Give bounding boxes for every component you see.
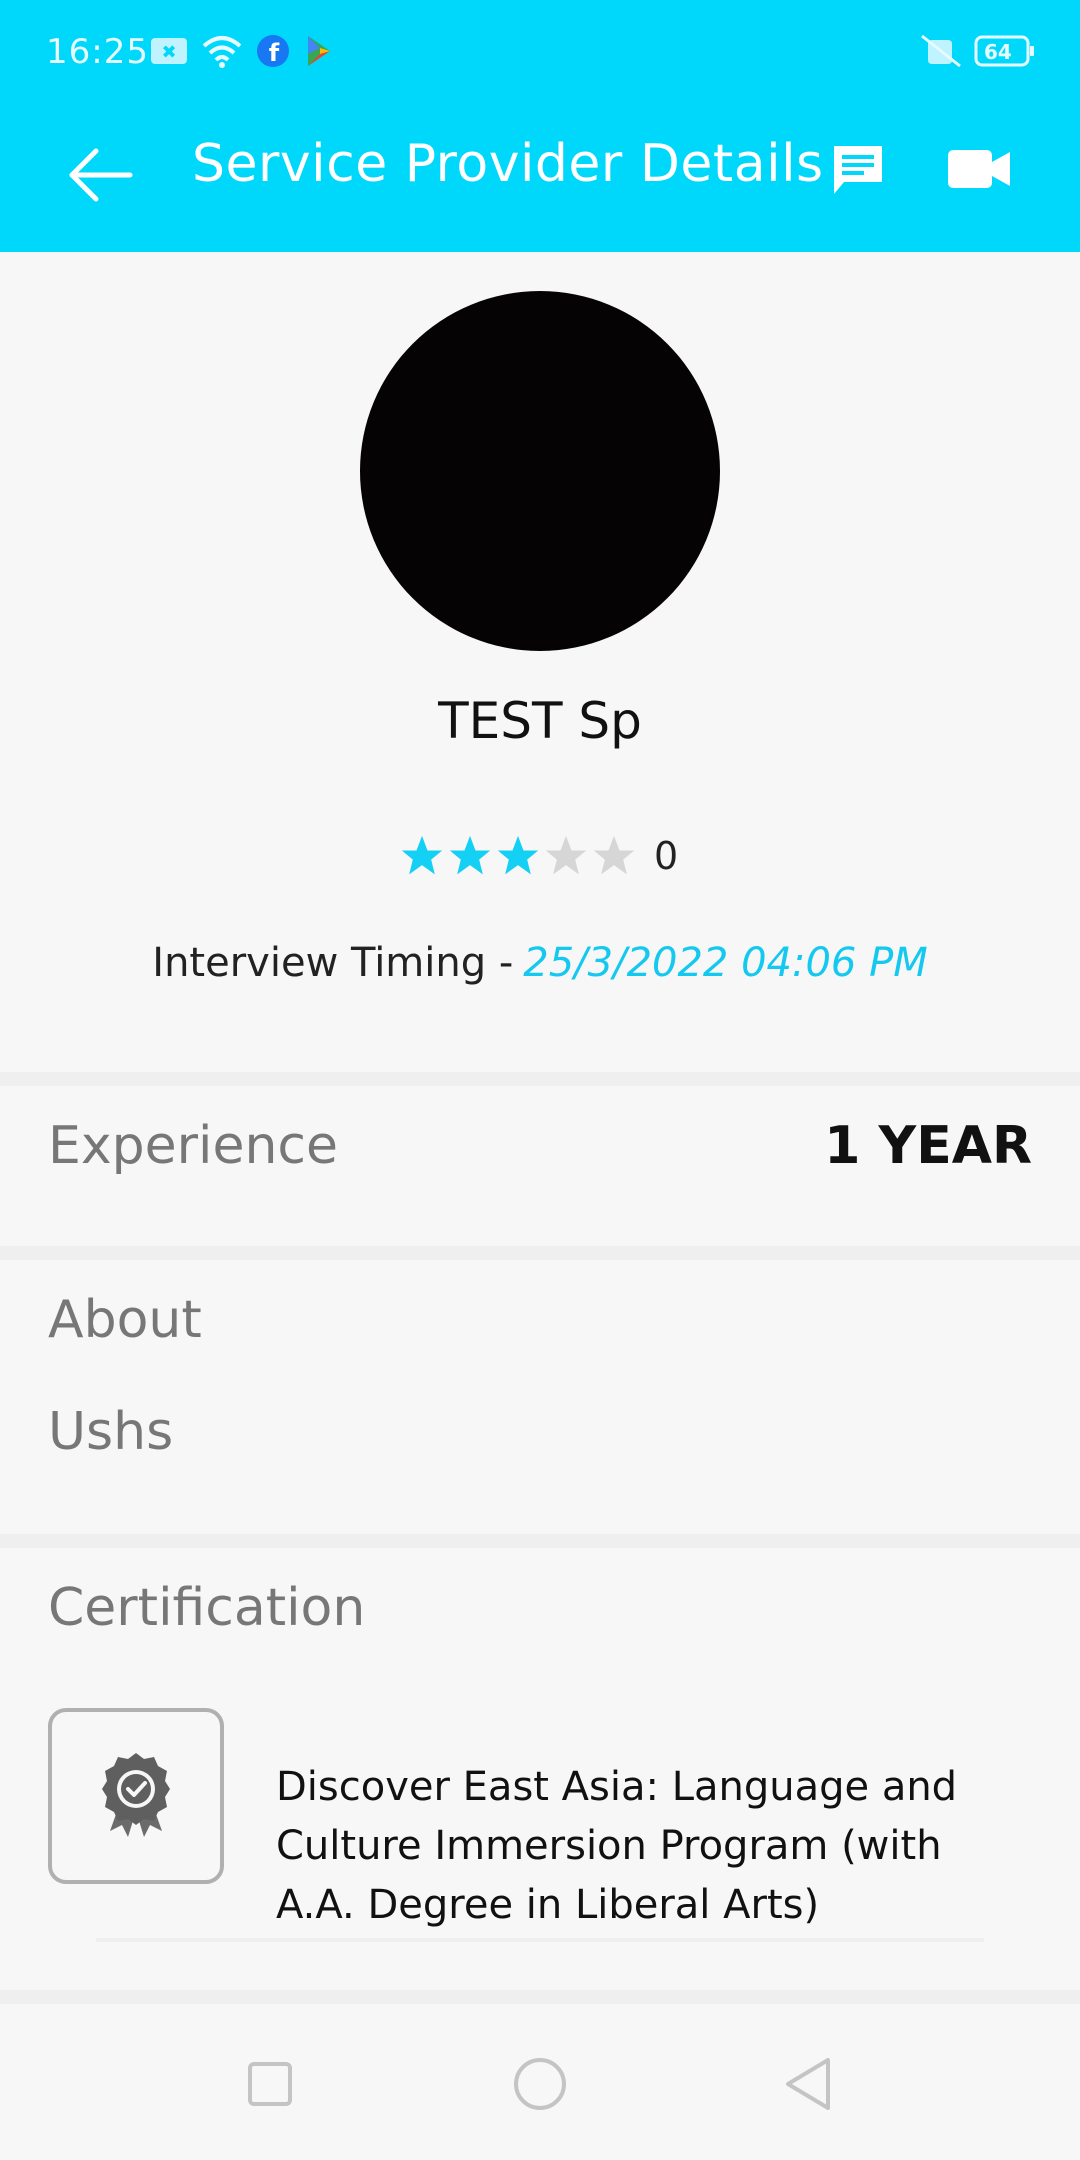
star-empty-icon [593,835,635,875]
chat-icon[interactable] [830,142,886,198]
about-label: About [48,1290,202,1350]
star-filled-icon [449,835,491,875]
app-notification-icon: ✖ [151,38,187,64]
system-nav-bar [0,2004,1080,2160]
experience-value: 1 YEAR [824,1116,1032,1176]
svg-text:f: f [269,39,280,67]
interview-label: Interview Timing - [152,940,514,986]
app-bar: Service Provider Details [0,110,1080,252]
svg-text:✖: ✖ [161,42,176,63]
recent-apps-icon[interactable] [246,2060,294,2108]
provider-name: TEST Sp [438,692,642,750]
divider [0,1534,1080,1548]
status-time: 16:25 [46,32,149,72]
status-bar: 16:25 ✖ f 64 [0,0,1080,110]
divider [0,1246,1080,1260]
back-arrow-icon[interactable] [66,140,136,210]
certification-title: Discover East Asia: Language and Culture… [276,1764,958,1928]
vibrate-mute-icon [921,34,961,68]
video-call-icon[interactable] [946,146,1012,192]
page-title: Service Provider Details [192,134,824,194]
star-filled-icon [497,835,539,875]
star-rating: 0 [400,826,678,886]
home-icon[interactable] [512,2056,568,2112]
certificate-badge-icon [102,1753,170,1837]
divider [0,1990,1080,2004]
avatar [360,291,720,651]
facebook-icon: f [257,35,289,67]
about-text: Ushs [48,1402,174,1462]
star-filled-icon [401,835,443,875]
star-empty-icon [545,835,587,875]
rating-count: 0 [654,834,679,878]
divider [0,1072,1080,1086]
experience-label: Experience [48,1116,338,1176]
certificate-thumbnail[interactable] [48,1708,224,1884]
play-store-icon [308,36,330,66]
interview-timing: Interview Timing -25/3/2022 04:06 PM [0,940,1080,986]
battery-level: 64 [984,40,1012,64]
divider [96,1938,984,1942]
back-icon[interactable] [782,2056,834,2112]
interview-value: 25/3/2022 04:06 PM [523,940,928,986]
wifi-icon [202,36,242,68]
certification-label: Certification [48,1578,366,1638]
